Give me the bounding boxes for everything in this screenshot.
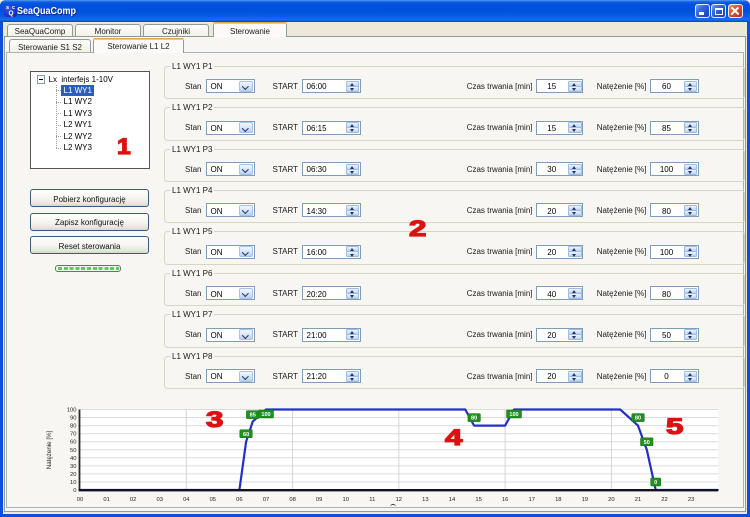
svg-text:40: 40 [70, 456, 76, 462]
svg-text:60: 60 [243, 432, 249, 438]
svg-text:06: 06 [236, 497, 242, 503]
svg-text:00: 00 [77, 497, 83, 503]
svg-text:20: 20 [70, 472, 76, 478]
svg-text:70: 70 [70, 432, 76, 438]
svg-text:23: 23 [688, 497, 694, 503]
svg-text:60: 60 [70, 440, 76, 446]
svg-text:03: 03 [156, 497, 162, 503]
svg-text:11: 11 [369, 497, 375, 503]
svg-text:100: 100 [509, 412, 518, 418]
svg-text:02: 02 [130, 497, 136, 503]
svg-text:22: 22 [661, 497, 667, 503]
svg-text:17: 17 [528, 497, 534, 503]
svg-text:85: 85 [250, 413, 256, 419]
svg-text:10: 10 [342, 497, 348, 503]
svg-text:18: 18 [555, 497, 561, 503]
svg-text:21: 21 [635, 497, 641, 503]
svg-text:15: 15 [475, 497, 481, 503]
svg-text:80: 80 [70, 424, 76, 430]
svg-text:13: 13 [422, 497, 428, 503]
svg-text:14: 14 [449, 497, 456, 503]
svg-text:0: 0 [654, 480, 657, 486]
svg-text:10: 10 [70, 480, 76, 486]
svg-text:100: 100 [67, 408, 77, 414]
svg-text:100: 100 [261, 412, 270, 418]
svg-text:30: 30 [70, 464, 76, 470]
svg-text:Natężenie [%]: Natężenie [%] [46, 430, 53, 469]
svg-text:16: 16 [502, 497, 508, 503]
svg-text:80: 80 [471, 416, 477, 422]
svg-text:0: 0 [73, 488, 76, 494]
svg-text:05: 05 [210, 497, 216, 503]
svg-text:08: 08 [289, 497, 295, 503]
svg-text:04: 04 [183, 497, 190, 503]
svg-text:90: 90 [70, 416, 76, 422]
svg-text:07: 07 [263, 497, 269, 503]
svg-text:09: 09 [316, 497, 322, 503]
svg-text:50: 50 [70, 448, 76, 454]
svg-text:80: 80 [635, 416, 641, 422]
svg-text:20: 20 [608, 497, 614, 503]
svg-text:12: 12 [396, 497, 402, 503]
svg-text:01: 01 [103, 497, 109, 503]
svg-text:50: 50 [644, 440, 650, 446]
svg-text:19: 19 [582, 497, 588, 503]
